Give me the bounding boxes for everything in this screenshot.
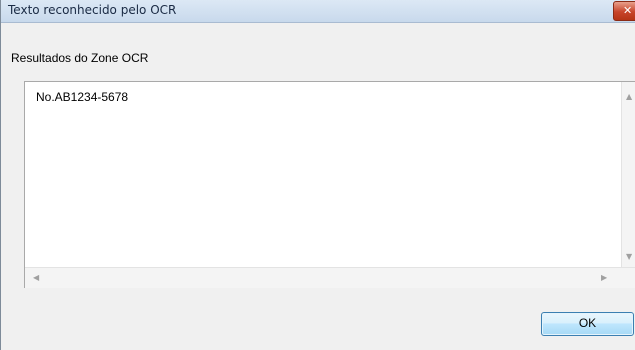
close-button[interactable]: ✕: [613, 1, 635, 21]
scroll-up-arrow-icon[interactable]: ▲: [626, 93, 632, 101]
scroll-down-arrow-icon[interactable]: ▼: [626, 253, 632, 261]
close-icon: ✕: [623, 4, 633, 17]
ocr-result-textbox[interactable]: No.AB1234-5678 ▲ ▼ ◀ ▶: [24, 81, 635, 288]
ocr-result-text[interactable]: No.AB1234-5678: [36, 90, 128, 104]
ok-button[interactable]: OK: [541, 312, 634, 336]
title-bar[interactable]: Texto reconhecido pelo OCR ✕: [1, 0, 635, 23]
window-title: Texto reconhecido pelo OCR: [8, 3, 177, 17]
results-label: Resultados do Zone OCR: [11, 51, 149, 65]
scroll-left-arrow-icon[interactable]: ◀: [33, 274, 39, 282]
scroll-right-arrow-icon[interactable]: ▶: [601, 274, 607, 282]
vertical-scrollbar[interactable]: ▲ ▼: [621, 82, 635, 267]
horizontal-scrollbar[interactable]: ◀ ▶: [25, 267, 635, 288]
ocr-result-dialog: Texto reconhecido pelo OCR ✕ Resultados …: [0, 0, 635, 350]
